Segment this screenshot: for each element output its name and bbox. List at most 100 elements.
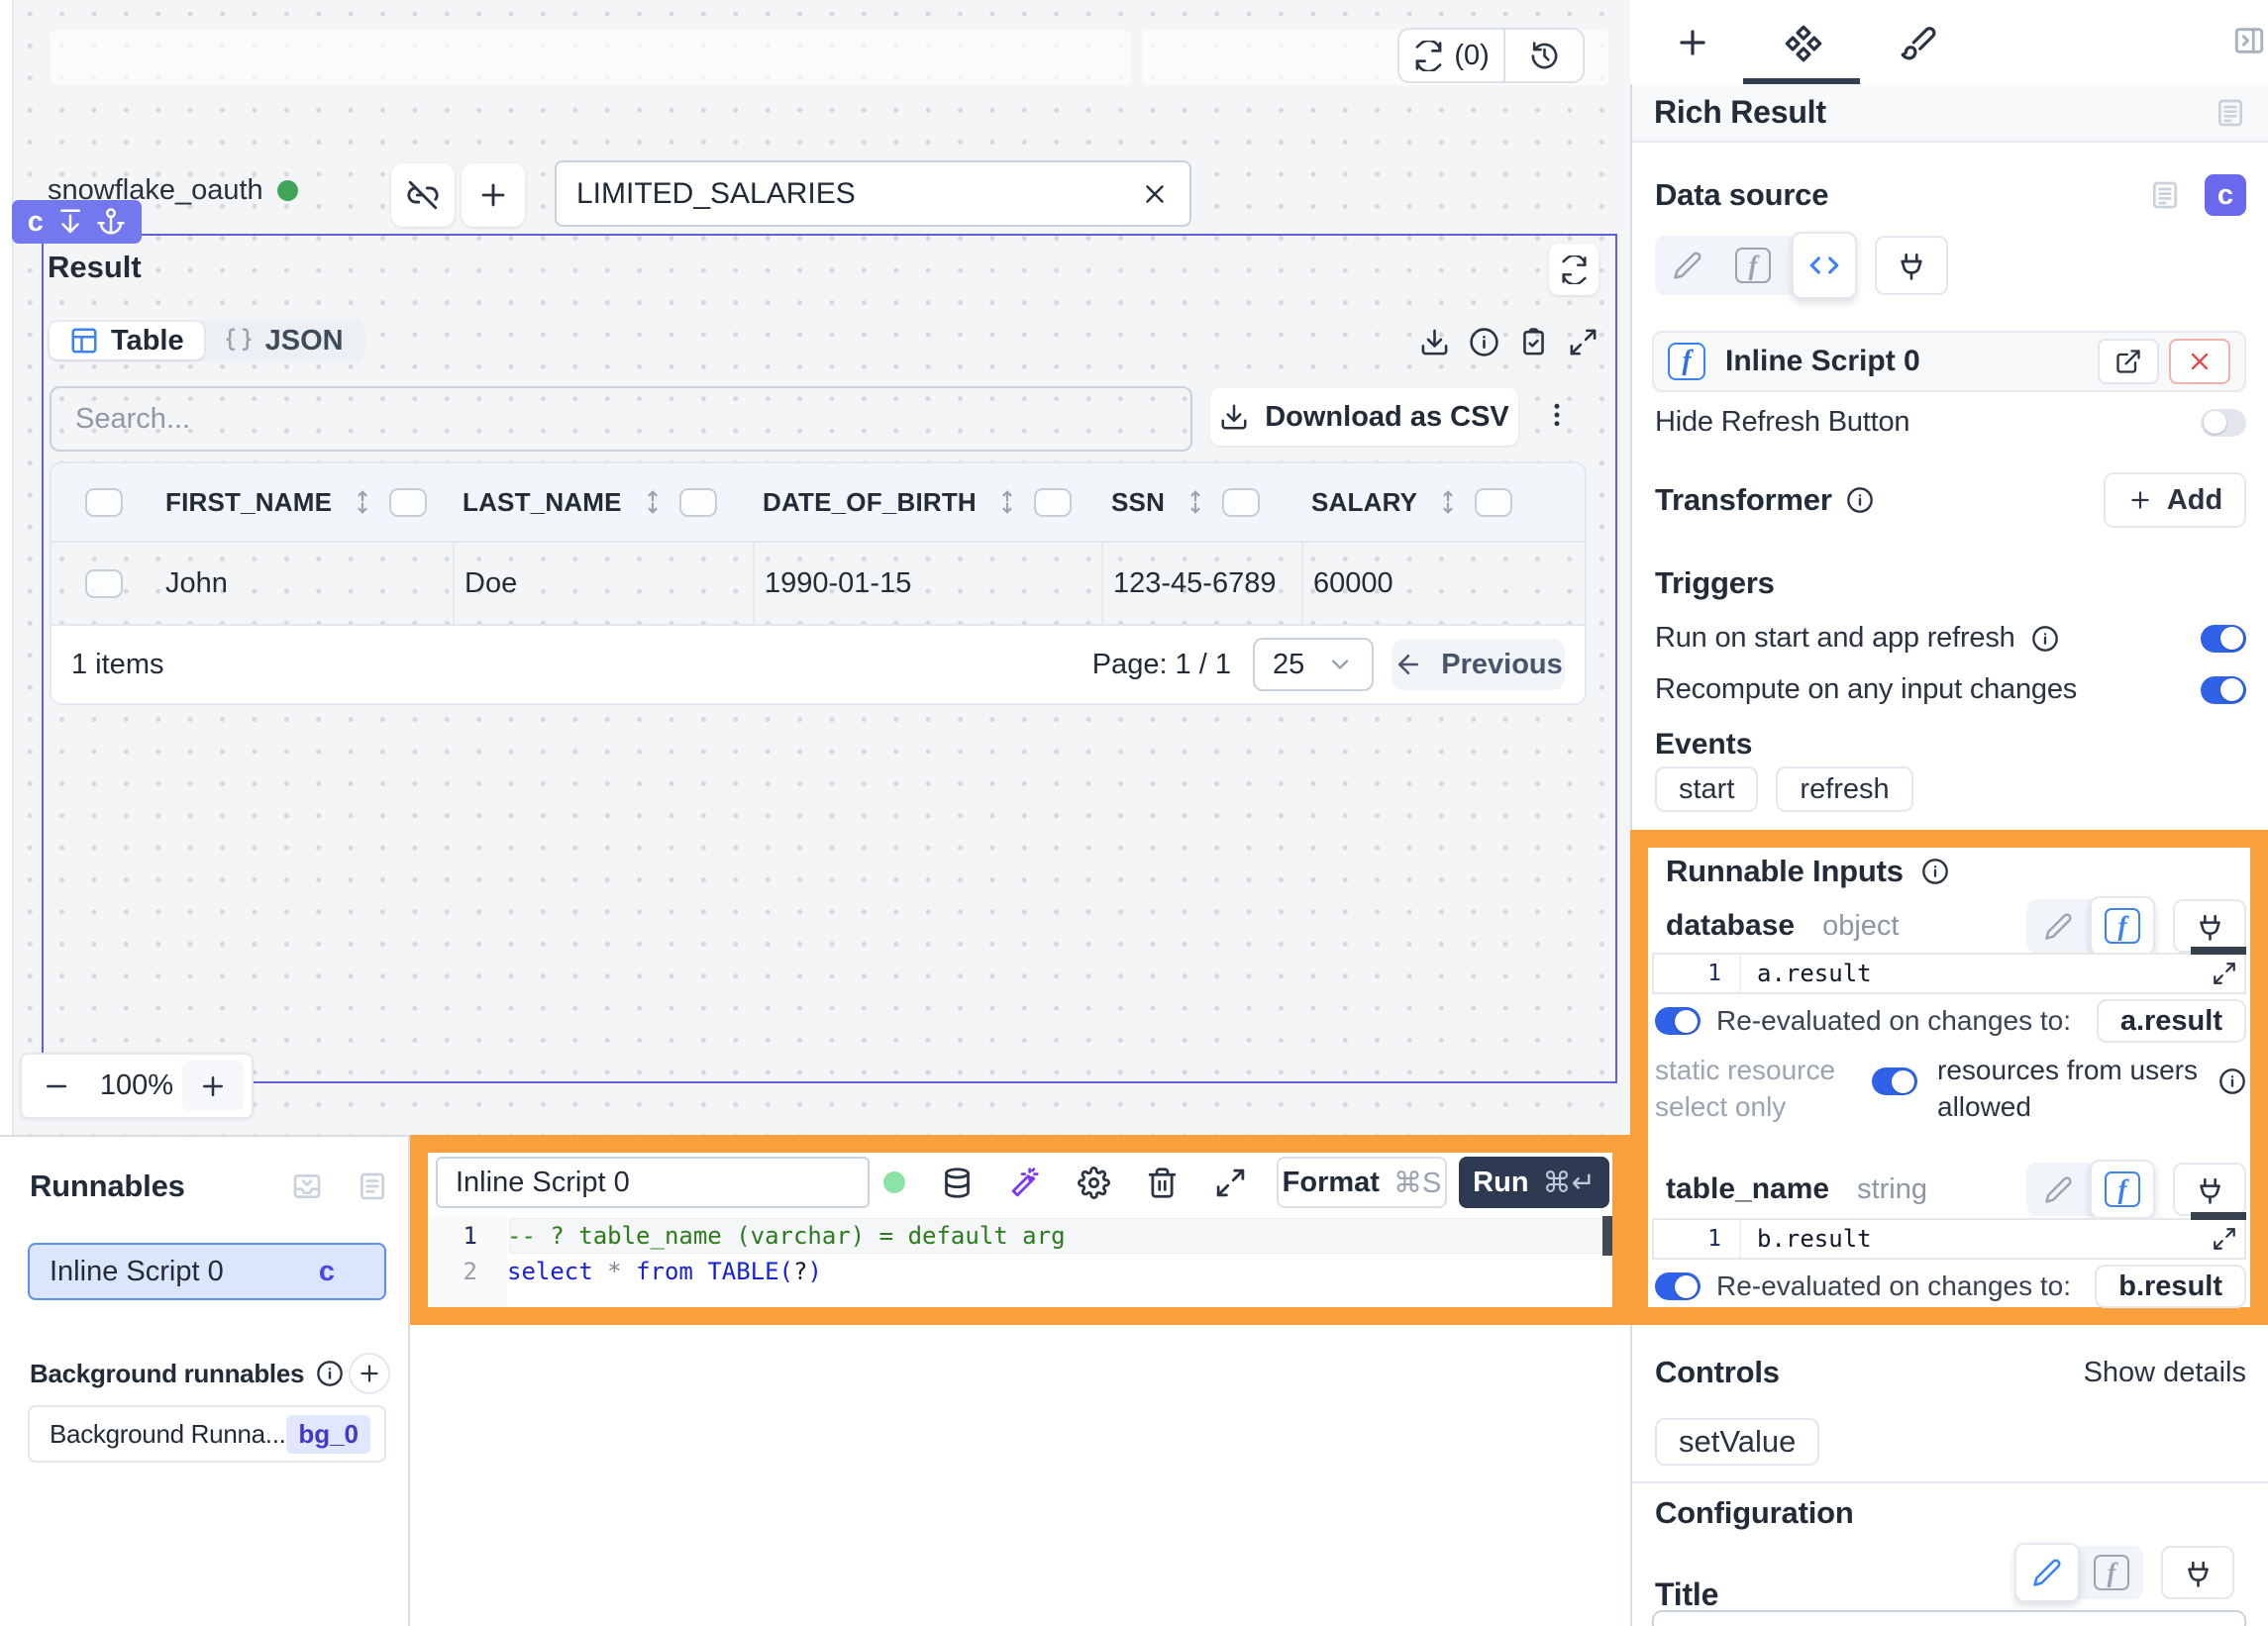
column-header[interactable]: FIRST_NAME — [165, 487, 332, 518]
component-id-badge[interactable]: c — [2205, 174, 2246, 216]
page-size-select[interactable]: 25 — [1253, 638, 1374, 691]
download-icon[interactable] — [1419, 327, 1450, 357]
move-down-icon[interactable] — [55, 207, 85, 237]
database-icon[interactable] — [941, 1167, 974, 1199]
mode-template-button[interactable]: f — [1720, 236, 1786, 295]
connect-plug-button[interactable] — [1875, 236, 1948, 295]
sort-icon[interactable] — [1183, 489, 1208, 515]
mode-code-button[interactable] — [1792, 232, 1857, 299]
sort-icon[interactable] — [350, 489, 375, 515]
table-name-input[interactable]: LIMITED_SALARIES — [555, 160, 1191, 227]
theme-tab-icon[interactable] — [1900, 24, 1937, 61]
runnable-item-selected[interactable]: Inline Script 0 c — [28, 1243, 386, 1300]
table-menu-button[interactable] — [1541, 390, 1573, 440]
delete-script-button[interactable] — [2169, 339, 2230, 384]
insert-tab-icon[interactable] — [1674, 24, 1711, 61]
event-refresh-chip[interactable]: refresh — [1776, 766, 1912, 812]
trash-icon[interactable] — [1146, 1167, 1179, 1199]
resources-from-users-toggle[interactable] — [1872, 1067, 1917, 1095]
inbox-icon[interactable] — [291, 1170, 323, 1202]
app-refresh-button[interactable]: (0) — [1399, 30, 1505, 81]
zoom-out-button[interactable] — [22, 1071, 91, 1101]
mode-eval-button[interactable]: f — [2090, 896, 2155, 956]
select-all-checkbox[interactable] — [85, 488, 123, 517]
script-name-input[interactable]: Inline Script 0 — [436, 1157, 870, 1208]
expand-expression-button[interactable] — [2205, 1220, 2244, 1258]
attached-script-row[interactable]: f Inline Script 0 — [1652, 331, 2246, 392]
doc-icon[interactable] — [2215, 97, 2246, 129]
event-start-chip[interactable]: start — [1655, 766, 1758, 812]
expand-icon[interactable] — [1214, 1167, 1247, 1199]
recompute-toggle[interactable] — [2201, 676, 2246, 704]
show-details-link[interactable]: Show details — [2084, 1357, 2246, 1389]
reevaluate-toggle[interactable] — [1655, 1007, 1701, 1035]
scrollbar-thumb[interactable] — [1602, 1216, 1612, 1256]
column-filter[interactable] — [1222, 488, 1260, 517]
reevaluate-toggle[interactable] — [1655, 1272, 1701, 1300]
download-csv-button[interactable]: Download as CSV — [1210, 388, 1518, 446]
column-header[interactable]: SSN — [1111, 487, 1165, 518]
ai-wand-icon[interactable] — [1009, 1167, 1042, 1199]
doc-icon[interactable] — [2149, 179, 2181, 211]
add-inline-script-button[interactable] — [462, 163, 525, 227]
unlink-button[interactable] — [391, 163, 455, 227]
column-filter[interactable] — [679, 488, 717, 517]
mode-static-button[interactable] — [1655, 236, 1720, 295]
background-runnable-item[interactable]: Background Runna... bg_0 — [28, 1405, 386, 1463]
mode-eval-button[interactable]: f — [2080, 1546, 2143, 1599]
app-history-button[interactable] — [1505, 30, 1583, 81]
info-icon[interactable] — [2218, 1067, 2246, 1095]
tab-json[interactable]: JSON — [204, 322, 363, 359]
add-background-runnable-button[interactable] — [349, 1353, 390, 1394]
setvalue-chip[interactable]: setValue — [1655, 1418, 1819, 1466]
dependency-chip[interactable]: b.result — [2095, 1265, 2246, 1308]
input-expression-table-name[interactable]: 1 b.result — [1652, 1218, 2246, 1260]
mode-static-button[interactable] — [2014, 1543, 2080, 1602]
connect-plug-button[interactable] — [2161, 1546, 2234, 1599]
mode-eval-button[interactable]: f — [2090, 1160, 2155, 1219]
info-icon[interactable] — [1921, 858, 1949, 885]
column-filter[interactable] — [389, 488, 427, 517]
previous-page-button[interactable]: Previous — [1392, 639, 1565, 690]
info-icon[interactable] — [316, 1360, 344, 1387]
info-icon[interactable] — [2031, 625, 2059, 653]
open-script-button[interactable] — [2098, 339, 2159, 384]
table-row[interactable]: John Doe 1990-01-15 123-45-6789 60000 — [52, 543, 1585, 626]
components-tab-icon[interactable] — [1784, 24, 1823, 63]
copy-icon[interactable] — [1518, 327, 1549, 357]
file-lines-icon[interactable] — [357, 1170, 388, 1202]
maximize-icon[interactable] — [1568, 327, 1598, 357]
sort-icon[interactable] — [640, 489, 666, 515]
mode-static-button[interactable] — [2026, 899, 2090, 953]
sort-icon[interactable] — [1435, 489, 1461, 515]
sort-icon[interactable] — [994, 489, 1020, 515]
column-header[interactable]: LAST_NAME — [463, 487, 622, 518]
run-button[interactable]: Run ⌘↵ — [1459, 1157, 1609, 1208]
tab-table[interactable]: Table — [50, 322, 204, 359]
anchor-icon[interactable] — [96, 207, 126, 237]
title-input[interactable] — [1652, 1610, 2246, 1626]
column-filter[interactable] — [1034, 488, 1072, 517]
column-header[interactable]: SALARY — [1311, 487, 1417, 518]
search-input[interactable]: Search... — [50, 386, 1192, 452]
expand-expression-button[interactable] — [2205, 955, 2244, 992]
gear-icon[interactable] — [1078, 1167, 1110, 1199]
run-on-start-toggle[interactable] — [2201, 625, 2246, 653]
info-icon[interactable] — [1469, 327, 1499, 357]
connect-plug-button[interactable] — [2173, 1163, 2246, 1216]
dependency-chip[interactable]: a.result — [2097, 999, 2246, 1043]
component-refresh-button[interactable] — [1549, 244, 1598, 295]
column-filter[interactable] — [1475, 488, 1512, 517]
canvas[interactable]: (0) snowflake_oauth LIMITED_SALARIES Res… — [14, 0, 1630, 1135]
mode-static-button[interactable] — [2026, 1163, 2090, 1216]
input-expression-database[interactable]: 1 a.result — [1652, 953, 2246, 994]
hide-refresh-toggle[interactable] — [2201, 409, 2246, 437]
column-header[interactable]: DATE_OF_BIRTH — [763, 487, 977, 518]
top-container-a[interactable] — [51, 30, 1131, 85]
clear-input-icon[interactable] — [1140, 179, 1170, 209]
collapse-panel-icon[interactable] — [2232, 24, 2266, 57]
row-checkbox[interactable] — [85, 569, 123, 598]
zoom-in-button[interactable] — [182, 1061, 244, 1111]
format-button[interactable]: Format ⌘S — [1277, 1157, 1447, 1208]
add-transformer-button[interactable]: Add — [2104, 472, 2246, 528]
